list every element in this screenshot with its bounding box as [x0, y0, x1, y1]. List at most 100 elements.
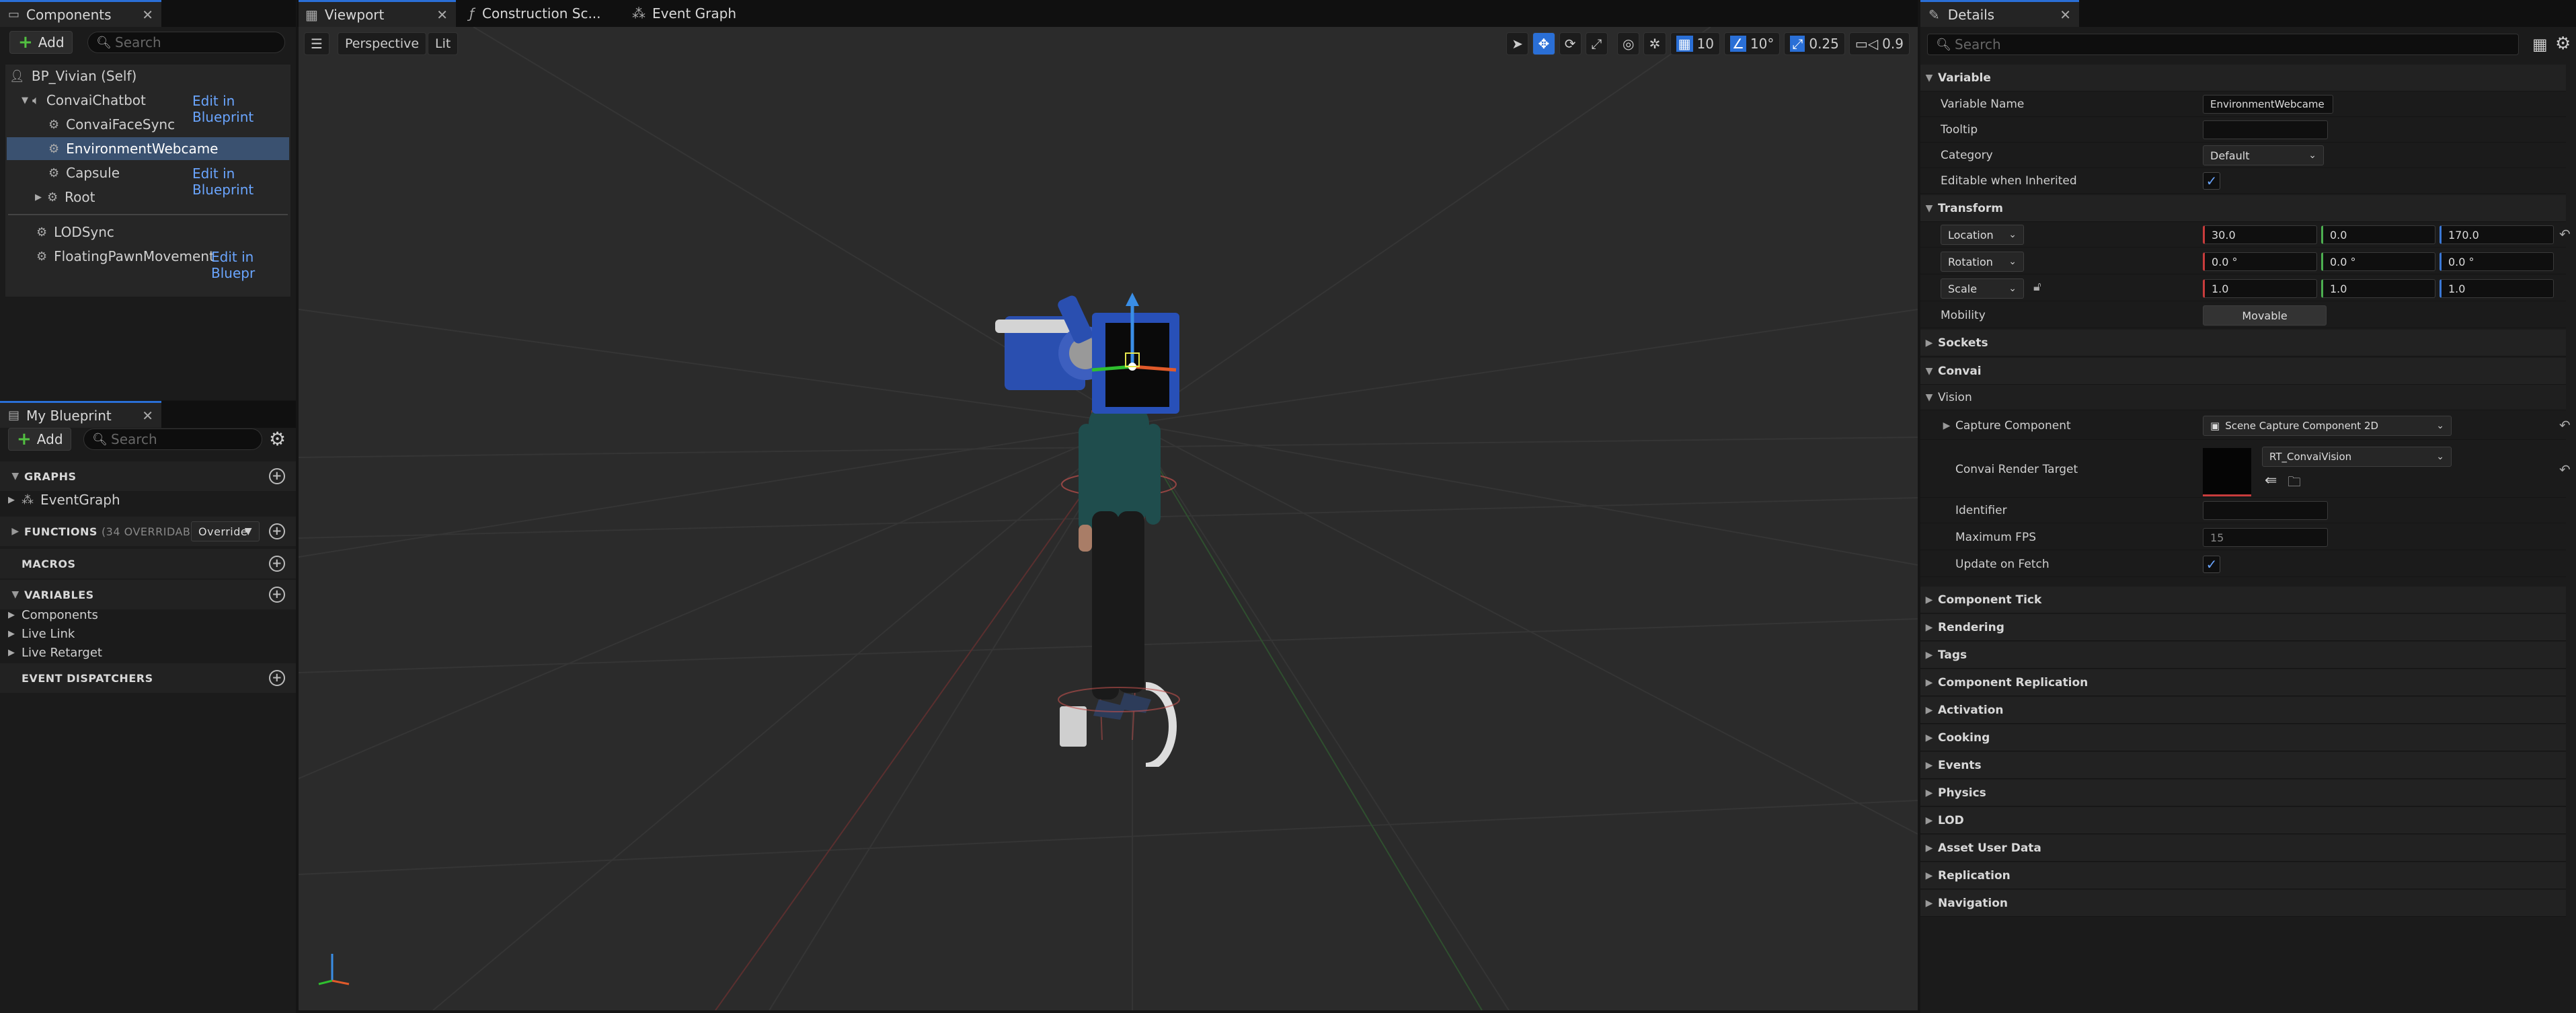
tooltip-input[interactable]: [2203, 120, 2328, 139]
viewport-menu-button[interactable]: ☰: [304, 32, 329, 55]
tab-components[interactable]: ▭ Components ✕: [0, 0, 161, 27]
settings-gear-icon[interactable]: ⚙: [269, 428, 286, 450]
section-navigation[interactable]: ▶ Navigation: [1920, 890, 2566, 917]
section-event-dispatchers[interactable]: EVENT DISPATCHERS +: [0, 663, 296, 693]
grid-snap-button[interactable]: ▦ 10: [1670, 32, 1720, 55]
components-search-input[interactable]: 🔍︎ Search: [87, 32, 285, 53]
tree-item-environment-webcame[interactable]: ⚙︎ EnvironmentWebcame: [7, 137, 289, 160]
render-target-dropdown[interactable]: RT_ConvaiVision ⌄: [2262, 447, 2452, 467]
rotation-dropdown[interactable]: Rotation ⌄: [1941, 252, 2024, 272]
rotation-y-input[interactable]: 0.0 °: [2321, 252, 2435, 271]
use-selected-icon[interactable]: ⇚: [2265, 472, 2277, 489]
section-component-tick[interactable]: ▶ Component Tick: [1920, 587, 2566, 613]
details-search-input[interactable]: 🔍︎ Search: [1927, 34, 2519, 55]
rotation-x-input[interactable]: 0.0 °: [2203, 252, 2317, 271]
override-dropdown[interactable]: Override ▼: [191, 521, 260, 541]
rotation-snap-button[interactable]: ∠ 10°: [1723, 32, 1781, 55]
section-asset-user-data[interactable]: ▶ Asset User Data: [1920, 835, 2566, 862]
scale-mode-button[interactable]: ⤢: [1585, 32, 1608, 55]
editable-checkbox[interactable]: ✓: [2203, 172, 2220, 190]
reset-arrow-icon[interactable]: ↶: [2559, 417, 2571, 433]
world-local-button[interactable]: ◎: [1617, 32, 1640, 55]
section-transform[interactable]: ▼ Transform: [1920, 195, 2566, 222]
section-activation[interactable]: ▶ Activation: [1920, 697, 2566, 724]
translate-mode-button[interactable]: ✥: [1532, 32, 1555, 55]
section-macros[interactable]: MACROS +: [0, 549, 296, 578]
variable-group-live-retarget[interactable]: ▶ Live Retarget: [8, 643, 102, 662]
section-graphs[interactable]: ▼ GRAPHS +: [0, 461, 296, 491]
section-cooking[interactable]: ▶ Cooking: [1920, 724, 2566, 751]
rotate-mode-button[interactable]: ⟳: [1559, 32, 1582, 55]
add-dispatcher-icon[interactable]: +: [269, 670, 285, 686]
browse-asset-icon[interactable]: 🗀︎: [2288, 472, 2301, 495]
add-function-icon[interactable]: +: [269, 523, 285, 539]
capture-component-dropdown[interactable]: ▣ Scene Capture Component 2D ⌄: [2203, 416, 2452, 436]
expand-arrow-icon[interactable]: ▶: [1938, 420, 1955, 431]
surface-snap-button[interactable]: ✲: [1643, 32, 1666, 55]
close-icon[interactable]: ✕: [2060, 7, 2071, 23]
location-y-input[interactable]: 0.0: [2321, 225, 2435, 244]
add-blueprint-item-button[interactable]: + Add: [8, 428, 71, 451]
close-icon[interactable]: ✕: [142, 408, 153, 424]
identifier-input[interactable]: [2203, 501, 2328, 520]
tree-item-floating-pawn-movement[interactable]: ⚙︎ FloatingPawnMovement: [36, 245, 214, 268]
close-icon[interactable]: ✕: [142, 7, 153, 23]
section-component-replication[interactable]: ▶ Component Replication: [1920, 669, 2566, 696]
section-functions[interactable]: ▶ FUNCTIONS (34 OVERRIDABLE) Override ▼ …: [0, 517, 296, 546]
section-convai[interactable]: ▼ Convai: [1920, 358, 2566, 385]
tab-viewport[interactable]: ▦ Viewport ✕: [299, 0, 456, 27]
table-view-icon[interactable]: ▦: [2532, 35, 2548, 54]
variable-group-components[interactable]: ▶ Components: [8, 605, 98, 624]
update-on-fetch-checkbox[interactable]: ✓: [2203, 556, 2220, 573]
add-graph-icon[interactable]: +: [269, 468, 285, 484]
tree-item-root[interactable]: ▶ ⚙︎ Root: [35, 186, 285, 209]
select-mode-button[interactable]: ➤: [1506, 32, 1529, 55]
scale-y-input[interactable]: 1.0: [2321, 279, 2435, 298]
camera-speed-button[interactable]: ▭◁ 0.9: [1848, 32, 1910, 55]
variable-name-input[interactable]: EnvironmentWebcame: [2203, 95, 2333, 114]
scale-snap-button[interactable]: ⤢ 0.25: [1784, 32, 1845, 55]
rotation-z-input[interactable]: 0.0 °: [2440, 252, 2554, 271]
event-graph-item[interactable]: ▶ ⁂ EventGraph: [8, 488, 277, 511]
section-physics[interactable]: ▶ Physics: [1920, 780, 2566, 806]
tab-event-graph[interactable]: ⁂ Event Graph: [629, 0, 764, 27]
location-z-input[interactable]: 170.0: [2440, 225, 2554, 244]
section-variable[interactable]: ▼ Variable: [1920, 65, 2566, 91]
lit-button[interactable]: Lit: [428, 32, 459, 55]
section-sockets[interactable]: ▶ Sockets: [1920, 330, 2566, 357]
category-dropdown[interactable]: Default ⌄: [2203, 145, 2324, 165]
location-dropdown[interactable]: Location ⌄: [1941, 225, 2024, 245]
section-tags[interactable]: ▶ Tags: [1920, 642, 2566, 669]
section-replication[interactable]: ▶ Replication: [1920, 862, 2566, 889]
expand-arrow-icon[interactable]: ▶: [35, 192, 42, 202]
scale-dropdown[interactable]: Scale ⌄: [1941, 278, 2024, 299]
section-rendering[interactable]: ▶ Rendering: [1920, 614, 2566, 641]
subsection-vision[interactable]: ▼ Vision: [1920, 385, 2566, 410]
reset-arrow-icon[interactable]: ↶: [2559, 461, 2571, 478]
settings-gear-icon[interactable]: ⚙: [2555, 34, 2571, 54]
max-fps-input[interactable]: 15: [2203, 528, 2328, 547]
tab-details[interactable]: ✎ Details ✕: [1920, 0, 2079, 27]
section-lod[interactable]: ▶ LOD: [1920, 807, 2566, 834]
edit-in-blueprint-link[interactable]: Edit in Bluepr: [211, 249, 290, 281]
tab-my-blueprint[interactable]: ▤ My Blueprint ✕: [0, 401, 161, 428]
perspective-button[interactable]: Perspective: [338, 32, 427, 55]
add-component-button[interactable]: + Add: [9, 31, 73, 54]
tab-construction-script[interactable]: ƒ Construction Sc...: [465, 0, 620, 27]
my-blueprint-search-input[interactable]: 🔍︎ Search: [83, 428, 262, 450]
tree-item-lodsync[interactable]: ⚙︎ LODSync: [36, 221, 285, 243]
mobility-movable-button[interactable]: Movable: [2203, 305, 2327, 326]
scale-z-input[interactable]: 1.0: [2440, 279, 2554, 298]
lock-icon[interactable]: 🔓︎: [2033, 280, 2041, 294]
location-x-input[interactable]: 30.0: [2203, 225, 2317, 244]
section-events[interactable]: ▶ Events: [1920, 752, 2566, 779]
variable-group-live-link[interactable]: ▶ Live Link: [8, 624, 75, 643]
add-macro-icon[interactable]: +: [269, 556, 285, 572]
viewport[interactable]: ☰ Perspective Lit ➤ ✥ ⟳ ⤢ ◎ ✲ ▦ 10 ∠ 10°…: [299, 27, 1918, 1010]
scale-x-input[interactable]: 1.0: [2203, 279, 2317, 298]
tree-item-face-sync[interactable]: ⚙︎ ConvaiFaceSync: [48, 113, 285, 136]
add-variable-icon[interactable]: +: [269, 587, 285, 603]
tree-item-self[interactable]: 👤︎ BP_Vivian (Self): [9, 65, 285, 87]
close-icon[interactable]: ✕: [436, 7, 448, 23]
expand-arrow-icon[interactable]: ▼: [22, 96, 28, 106]
